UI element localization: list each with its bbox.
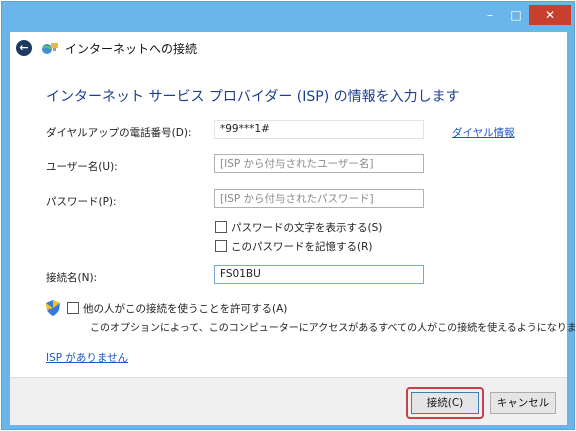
username-label: ユーザー名(U): (46, 161, 118, 173)
header-row: ← インターネットへの接続 (10, 32, 567, 66)
back-arrow-icon[interactable]: ← (16, 40, 32, 56)
phone-label: ダイヤルアップの電話番号(D): (46, 127, 192, 139)
dialing-rules-link[interactable]: ダイヤル情報 (452, 125, 515, 140)
uac-shield-icon (46, 300, 60, 316)
remember-password-label: このパスワードを記憶する(R) (231, 241, 373, 253)
remember-password-checkbox[interactable] (215, 240, 227, 252)
instruction-heading: インターネット サービス プロバイダー (ISP) の情報を入力します (46, 89, 460, 105)
connection-name-label: 接続名(N): (46, 272, 98, 284)
maximize-button[interactable]: □ (504, 5, 528, 25)
network-globe-icon (42, 43, 58, 54)
connect-button[interactable]: 接続(C) (411, 392, 479, 414)
password-input[interactable]: [ISP から付与されたパスワード] (214, 189, 424, 208)
dialog-content: ← インターネットへの接続 インターネット サービス プロバイダー (ISP) … (10, 32, 576, 425)
username-input[interactable]: [ISP から付与されたユーザー名] (214, 154, 424, 173)
password-label: パスワード(P): (46, 196, 117, 208)
allow-others-note: このオプションによって、このコンピューターにアクセスがあるすべての人がこの接続を… (90, 323, 576, 334)
minimize-button[interactable]: – (478, 5, 502, 25)
phone-number-input[interactable] (214, 120, 424, 139)
no-isp-link[interactable]: ISP がありません (46, 350, 128, 365)
allow-others-checkbox[interactable] (67, 302, 79, 314)
page-title: インターネットへの接続 (65, 42, 198, 56)
show-password-label: パスワードの文字を表示する(S) (231, 222, 383, 234)
connection-name-input[interactable] (214, 265, 424, 284)
cancel-button[interactable]: キャンセル (490, 392, 556, 414)
close-button[interactable]: ✕ (529, 5, 571, 25)
window-frame: – □ ✕ ← インターネットへの接続 インターネット サービス プロバイダー … (1, 1, 576, 430)
show-password-checkbox[interactable] (215, 221, 227, 233)
allow-others-label: 他の人がこの接続を使うことを許可する(A) (83, 303, 288, 315)
dialog-footer: 接続(C) キャンセル (10, 377, 567, 425)
